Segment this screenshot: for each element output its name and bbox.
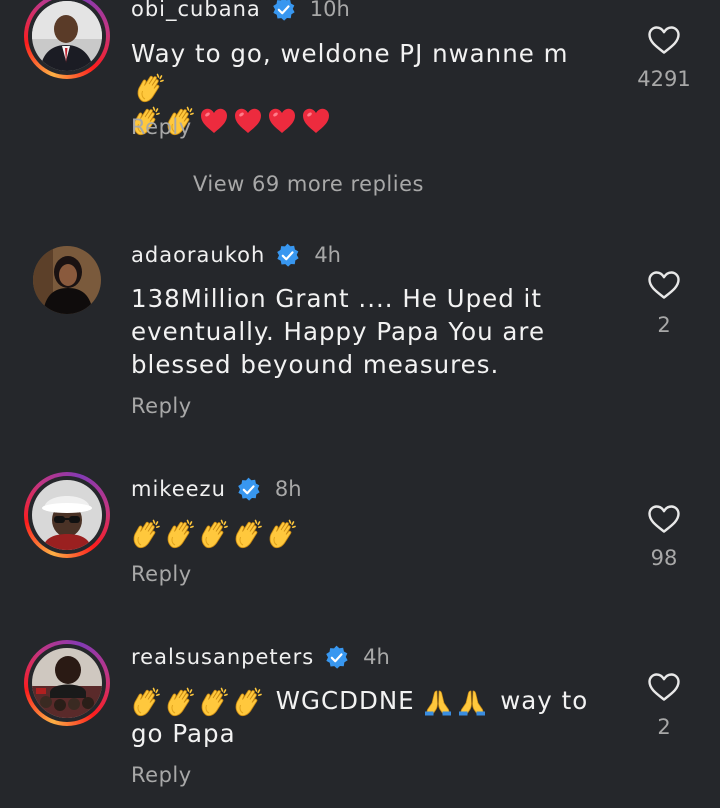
clapping-hands-emoji bbox=[267, 519, 297, 549]
reply-button[interactable]: Reply bbox=[131, 763, 192, 787]
verified-badge-icon bbox=[324, 645, 349, 670]
heart-outline-icon[interactable] bbox=[647, 672, 681, 702]
like-count: 2 bbox=[657, 313, 671, 337]
like-count: 2 bbox=[657, 715, 671, 739]
clapping-hands-emoji bbox=[233, 519, 263, 549]
timestamp: 8h bbox=[274, 477, 302, 501]
username[interactable]: adaoraukoh bbox=[131, 243, 265, 267]
red-heart-emoji bbox=[267, 106, 297, 136]
clapping-hands-emoji bbox=[135, 73, 165, 103]
clapping-hands-emoji bbox=[165, 519, 195, 549]
folded-hands-emoji bbox=[457, 687, 487, 717]
username[interactable]: realsusanpeters bbox=[131, 645, 314, 669]
comment-text: Way to go, weldone PJ nwanne m bbox=[131, 37, 601, 136]
heart-outline-icon[interactable] bbox=[647, 504, 681, 534]
timestamp: 4h bbox=[314, 243, 341, 267]
comment-text: WGCDDNE way to go Papa bbox=[131, 686, 589, 748]
view-more-replies-button[interactable]: View 69 more replies bbox=[193, 172, 424, 196]
clapping-hands-emoji bbox=[131, 687, 161, 717]
red-heart-emoji bbox=[301, 106, 331, 136]
verified-badge-icon bbox=[236, 477, 261, 502]
avatar-adaoraukoh[interactable] bbox=[24, 238, 110, 324]
username[interactable]: obi_cubana bbox=[131, 0, 261, 21]
avatar-obi-cubana[interactable] bbox=[24, 0, 110, 79]
avatar-photo bbox=[33, 246, 101, 314]
comment-text: 138Million Grant .... He Uped it eventua… bbox=[131, 284, 546, 379]
verified-badge-icon bbox=[275, 243, 300, 268]
clapping-hands-emoji bbox=[165, 687, 195, 717]
avatar-photo bbox=[32, 1, 102, 71]
timestamp: 4h bbox=[363, 645, 390, 669]
avatar-photo bbox=[32, 480, 102, 550]
clapping-hands-emoji bbox=[131, 519, 161, 549]
clapping-hands-emoji bbox=[199, 687, 229, 717]
like-count: 98 bbox=[650, 546, 678, 570]
avatar-realsusanpeters[interactable] bbox=[24, 640, 110, 726]
heart-outline-icon[interactable] bbox=[647, 25, 681, 55]
clapping-hands-emoji bbox=[199, 519, 229, 549]
verified-badge-icon bbox=[271, 0, 296, 22]
red-heart-emoji bbox=[199, 106, 229, 136]
username[interactable]: mikeezu bbox=[131, 477, 226, 501]
reply-button[interactable]: Reply bbox=[131, 115, 192, 139]
heart-outline-icon[interactable] bbox=[647, 270, 681, 300]
folded-hands-emoji bbox=[423, 687, 453, 717]
reply-button[interactable]: Reply bbox=[131, 562, 192, 586]
avatar-mikeezu[interactable] bbox=[24, 472, 110, 558]
timestamp: 10h bbox=[309, 0, 350, 21]
clapping-hands-emoji bbox=[233, 687, 263, 717]
like-count: 4291 bbox=[637, 67, 691, 91]
red-heart-emoji bbox=[233, 106, 263, 136]
reply-button[interactable]: Reply bbox=[131, 394, 192, 418]
comment-emoji-line bbox=[131, 516, 601, 549]
avatar-photo bbox=[32, 648, 102, 718]
